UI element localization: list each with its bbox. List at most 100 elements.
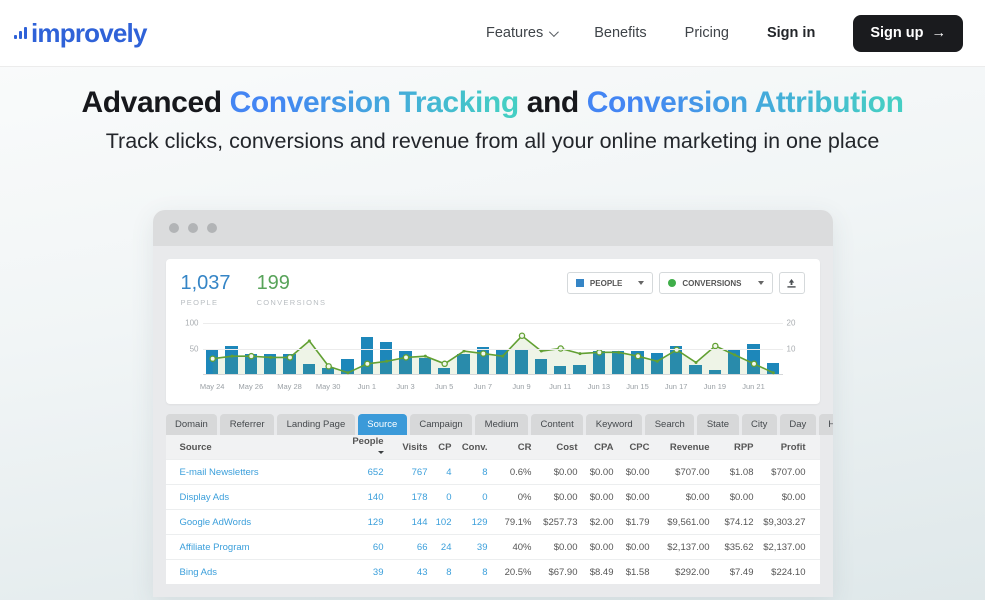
cell-cpa: $0.00 — [578, 492, 614, 503]
export-icon — [786, 278, 797, 289]
cell-cr: 20.5% — [488, 567, 532, 578]
tab-state[interactable]: State — [697, 414, 738, 435]
cell-cpa: $2.00 — [578, 517, 614, 528]
x-tick: Jun 1 — [358, 382, 376, 391]
column-header-conv[interactable]: Conv. — [452, 442, 488, 453]
x-tick: May 24 — [200, 382, 225, 391]
cell-people[interactable]: 60 — [344, 542, 384, 553]
right-tick: 20 — [787, 319, 796, 328]
table-row: Display Ads140178000%$0.00$0.00$0.00$0.0… — [166, 484, 820, 509]
nav-links: Features Benefits Pricing Sign in Sign up … — [486, 15, 963, 52]
export-button[interactable] — [779, 272, 805, 294]
stat-label: PEOPLE — [181, 298, 231, 307]
column-header-profit[interactable]: Profit — [754, 442, 806, 453]
cell-people[interactable]: 652 — [344, 467, 384, 478]
sign-in-link[interactable]: Sign in — [767, 25, 815, 41]
column-header-people[interactable]: People — [344, 436, 384, 458]
tab-domain[interactable]: Domain — [166, 414, 218, 435]
people-swatch-icon — [576, 279, 584, 287]
tab-city[interactable]: City — [742, 414, 777, 435]
hero-section: Advanced Conversion Tracking and Convers… — [0, 67, 985, 154]
sign-up-button[interactable]: Sign up → — [853, 15, 963, 52]
logo[interactable]: improvely — [14, 18, 147, 49]
source-link[interactable]: E-mail Newsletters — [180, 467, 344, 478]
arrow-right-icon: → — [932, 25, 947, 41]
column-header-cr[interactable]: CR — [488, 442, 532, 453]
cell-rpp: $74.12 — [710, 517, 754, 528]
title-part: and — [519, 86, 587, 119]
tab-content[interactable]: Content — [531, 414, 583, 435]
source-link[interactable]: Affiliate Program — [180, 542, 344, 553]
nav-link-label: Features — [486, 25, 543, 41]
nav-link-benefits[interactable]: Benefits — [594, 25, 646, 41]
cell-cpa: $0.00 — [578, 542, 614, 553]
x-tick: Jun 9 — [512, 382, 530, 391]
tab-day[interactable]: Day — [780, 414, 816, 435]
cell-cpc: $0.00 — [614, 492, 650, 503]
chevron-down-icon — [758, 281, 764, 285]
tab-search[interactable]: Search — [645, 414, 694, 435]
cell-cpc: $0.00 — [614, 542, 650, 553]
source-link[interactable]: Google AdWords — [180, 517, 344, 528]
column-header-revenue[interactable]: Revenue — [650, 442, 710, 453]
cell-people[interactable]: 129 — [344, 517, 384, 528]
column-header-source[interactable]: Source — [180, 442, 344, 453]
cell-cp[interactable]: 102 — [428, 517, 452, 528]
cell-visits[interactable]: 178 — [384, 492, 428, 503]
x-tick: Jun 13 — [588, 382, 611, 391]
x-tick: Jun 19 — [704, 382, 727, 391]
cell-people[interactable]: 39 — [344, 567, 384, 578]
cell-cost: $0.00 — [532, 542, 578, 553]
nav-link-pricing[interactable]: Pricing — [685, 25, 729, 41]
cell-visits[interactable]: 767 — [384, 467, 428, 478]
column-header-visits[interactable]: Visits — [384, 442, 428, 453]
top-nav: improvely Features Benefits Pricing Sign i… — [0, 0, 985, 67]
column-header-cp[interactable]: CP — [428, 442, 452, 453]
cell-conv[interactable]: 129 — [452, 517, 488, 528]
table-header-row: SourcePeopleVisitsCPConv.CRCostCPACPCRev… — [166, 435, 820, 459]
nav-link-features[interactable]: Features — [486, 25, 556, 41]
tab-landing-page[interactable]: Landing Page — [277, 414, 355, 435]
people-series-dropdown[interactable]: PEOPLE — [567, 272, 653, 294]
source-link[interactable]: Display Ads — [180, 492, 344, 503]
window-dot — [188, 223, 198, 233]
tab-source[interactable]: Source — [358, 414, 407, 435]
cell-cp[interactable]: 4 — [428, 467, 452, 478]
tab-medium[interactable]: Medium — [475, 414, 528, 435]
chart-card: 1,037PEOPLE199CONVERSIONS PEOPLE CONVERS… — [166, 259, 820, 404]
cell-conv[interactable]: 8 — [452, 567, 488, 578]
tab-referrer[interactable]: Referrer — [220, 414, 274, 435]
stat-value: 1,037 — [181, 272, 231, 295]
column-header-cost[interactable]: Cost — [532, 442, 578, 453]
cell-visits[interactable]: 144 — [384, 517, 428, 528]
cell-conv[interactable]: 39 — [452, 542, 488, 553]
cell-cost: $257.73 — [532, 517, 578, 528]
cell-cp[interactable]: 24 — [428, 542, 452, 553]
cell-cp[interactable]: 0 — [428, 492, 452, 503]
cell-conv[interactable]: 8 — [452, 467, 488, 478]
cell-cpc: $0.00 — [614, 467, 650, 478]
tab-campaign[interactable]: Campaign — [410, 414, 472, 435]
column-header-rpp[interactable]: RPP — [710, 442, 754, 453]
tab-hour[interactable]: Hour — [819, 414, 833, 435]
cell-conv[interactable]: 0 — [452, 492, 488, 503]
x-tick: Jun 7 — [474, 382, 492, 391]
cell-cost: $0.00 — [532, 492, 578, 503]
column-header-cpa[interactable]: CPA — [578, 442, 614, 453]
page-title: Advanced Conversion Tracking and Convers… — [0, 86, 985, 120]
tab-keyword[interactable]: Keyword — [586, 414, 642, 435]
people-dropdown-label: PEOPLE — [590, 279, 622, 288]
cell-cp[interactable]: 8 — [428, 567, 452, 578]
window-dot — [169, 223, 179, 233]
cell-cpa: $0.00 — [578, 467, 614, 478]
cell-cost: $67.90 — [532, 567, 578, 578]
cell-visits[interactable]: 43 — [384, 567, 428, 578]
column-header-cpc[interactable]: CPC — [614, 442, 650, 453]
cell-visits[interactable]: 66 — [384, 542, 428, 553]
browser-mockup: 1,037PEOPLE199CONVERSIONS PEOPLE CONVERS… — [153, 210, 833, 597]
conversions-series-dropdown[interactable]: CONVERSIONS — [659, 272, 772, 294]
source-link[interactable]: Bing Ads — [180, 567, 344, 578]
cell-people[interactable]: 140 — [344, 492, 384, 503]
stats: 1,037PEOPLE199CONVERSIONS — [181, 272, 327, 307]
cell-cpc: $1.58 — [614, 567, 650, 578]
